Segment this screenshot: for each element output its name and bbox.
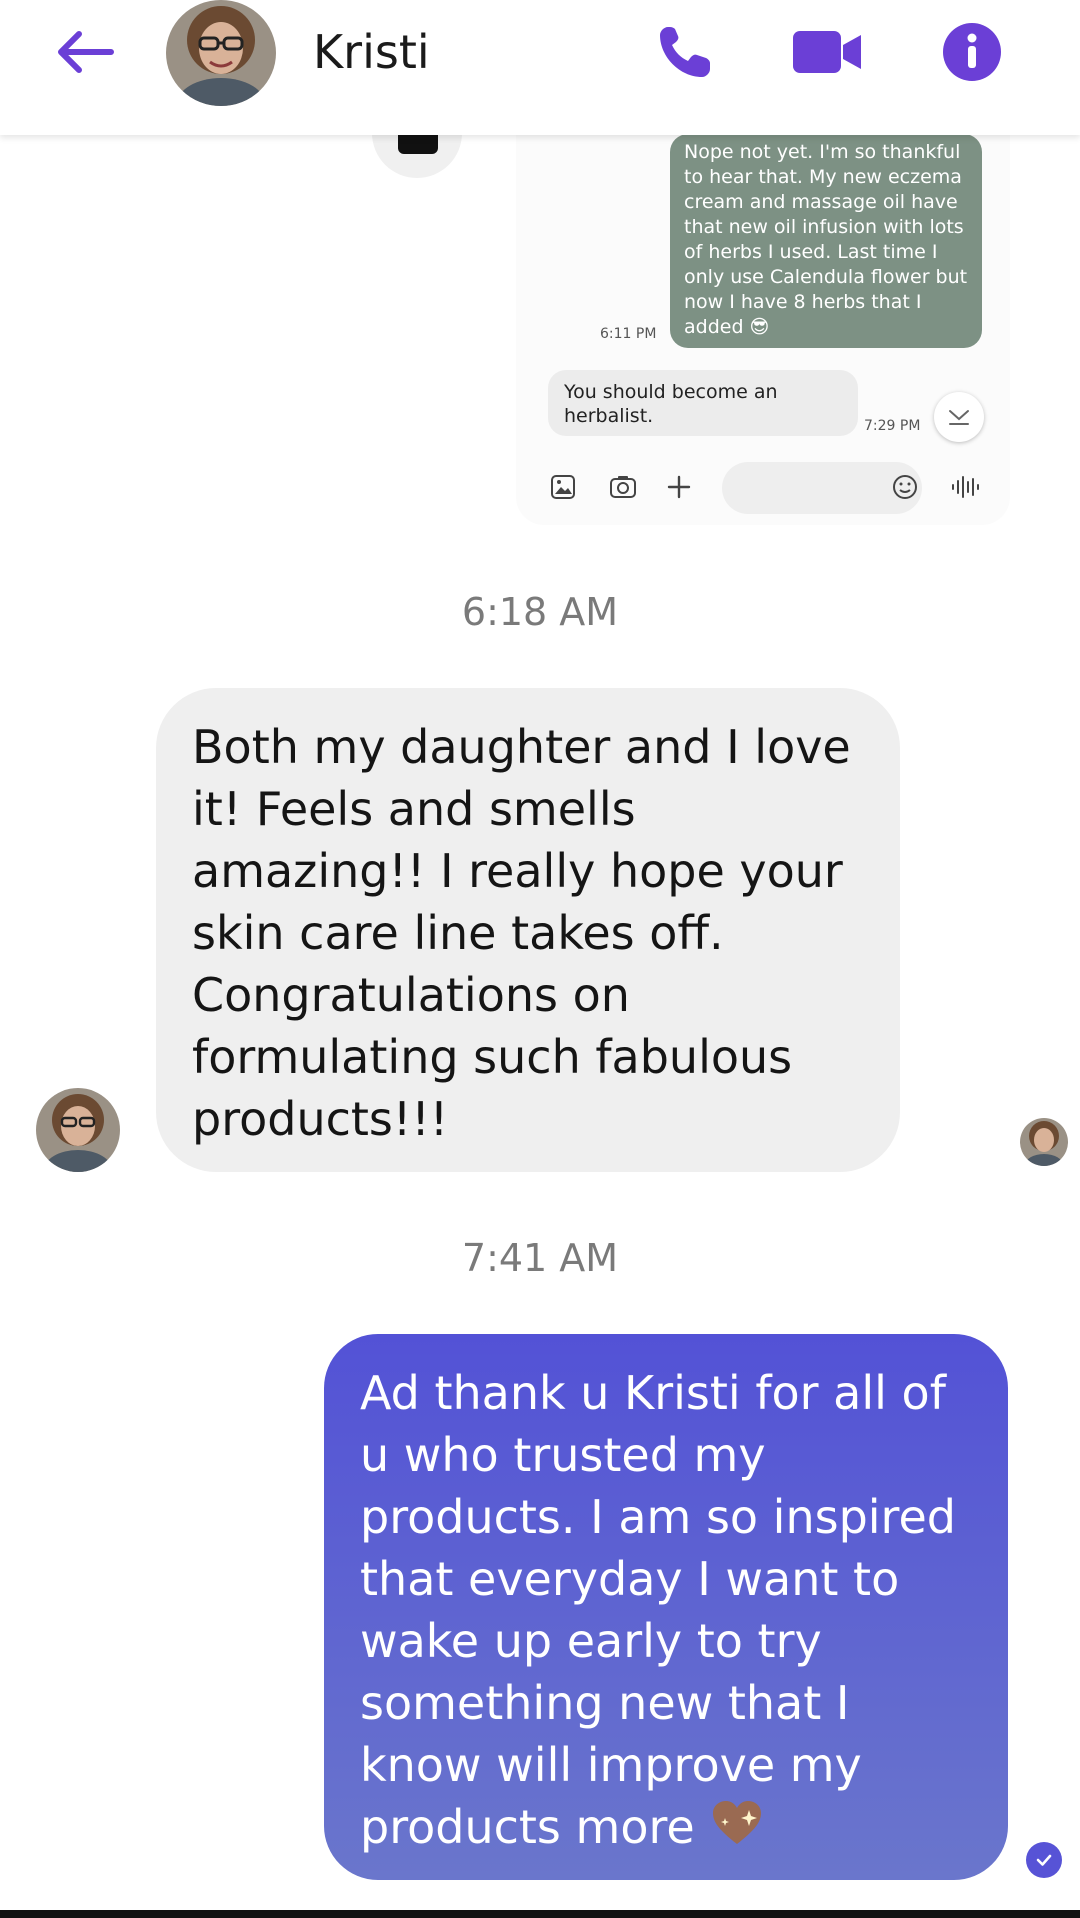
info-icon: [943, 23, 1001, 81]
chat-header: Kristi: [0, 0, 1080, 135]
embedded-incoming-bubble: Nope not yet. I'm so thankful to hear th…: [670, 134, 982, 348]
bottom-edge-bar: [0, 1910, 1080, 1918]
back-button[interactable]: [48, 20, 122, 84]
chevron-down-icon: [949, 410, 969, 425]
embedded-reply-bubble: You should become an herbalist.: [548, 370, 858, 436]
timestamp: 7:41 AM: [461, 1236, 619, 1280]
camera-icon: [606, 470, 640, 504]
incoming-message-bubble[interactable]: Both my daughter and I love it! Feels an…: [156, 688, 900, 1172]
timestamp: 6:18 AM: [461, 590, 619, 634]
plus-icon: [662, 470, 696, 504]
embedded-time-1: 6:11 PM: [600, 326, 657, 342]
voice-call-button[interactable]: [650, 20, 720, 84]
video-camera-icon: [793, 31, 861, 73]
back-arrow-icon: [58, 31, 114, 73]
info-button[interactable]: [940, 20, 1004, 84]
gallery-icon: [546, 470, 580, 504]
sparkling-heart-emoji: [709, 1798, 765, 1863]
outgoing-message-bubble[interactable]: Ad thank u Kristi for all of u who trust…: [324, 1334, 1008, 1880]
contact-name[interactable]: Kristi: [313, 22, 430, 82]
embedded-scroll-down-button: [934, 392, 984, 442]
contact-avatar[interactable]: [166, 0, 276, 106]
embedded-time-2: 7:29 PM: [864, 418, 921, 434]
delivered-check-icon: [1026, 1842, 1062, 1878]
sender-avatar[interactable]: [36, 1088, 120, 1172]
voice-waveform-icon: [948, 470, 982, 504]
video-call-button[interactable]: [790, 20, 864, 84]
seen-indicator-avatar: [1020, 1118, 1068, 1166]
emoji-icon: [888, 470, 922, 504]
phone-icon: [660, 27, 710, 77]
outgoing-message-text: Ad thank u Kristi for all of u who trust…: [360, 1366, 956, 1854]
